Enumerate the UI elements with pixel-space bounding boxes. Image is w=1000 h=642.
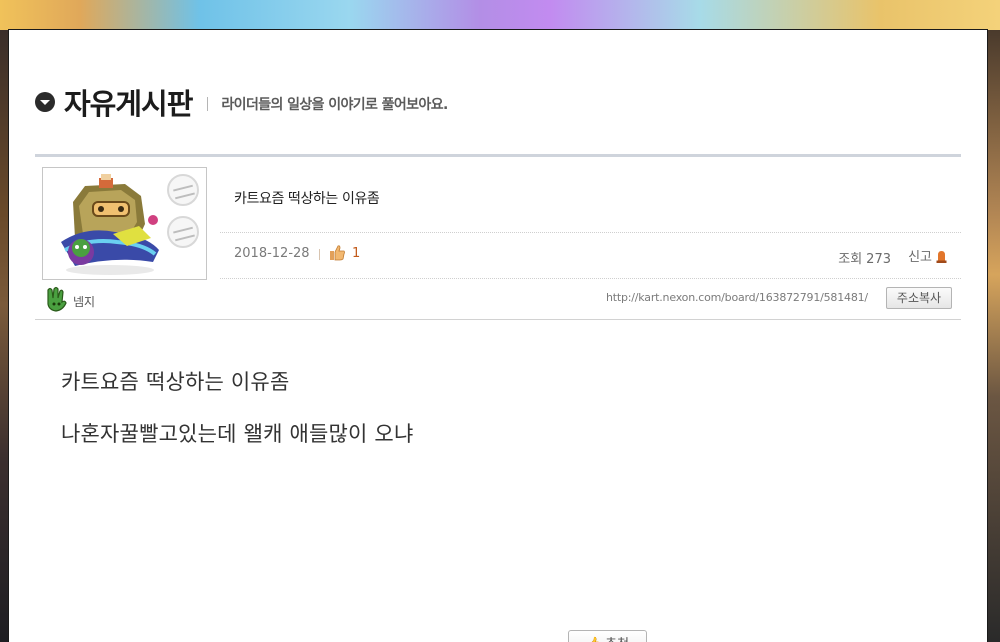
thumbs-up-icon: 👍 <box>586 637 602 642</box>
header-divider <box>35 154 961 157</box>
board-header: 자유게시판 라이더들의 일상을 이야기로 풀어보아요. <box>35 82 448 122</box>
author-name[interactable]: 넴지 <box>73 293 95 310</box>
views-label: 조회 <box>838 252 863 267</box>
post-panel: 자유게시판 라이더들의 일상을 이야기로 풀어보아요. 카트요즘 떡상하는 이유… <box>8 29 988 642</box>
like-count: 1 <box>352 246 361 261</box>
recommend-label: 추천 <box>605 637 629 642</box>
post-body-line: 나혼자꿀빨고있는데 왤캐 애들많이 오냐 <box>61 422 414 446</box>
thumbs-up-icon[interactable] <box>329 244 346 261</box>
content-divider <box>35 319 961 320</box>
post-url[interactable]: http://kart.nexon.com/board/163872791/58… <box>606 291 868 304</box>
kart-character-icon <box>61 174 159 275</box>
report-button[interactable]: 신고 <box>908 246 947 265</box>
board-description: 라이더들의 일상을 이야기로 풀어보아요. <box>221 97 448 113</box>
siren-icon <box>936 250 947 263</box>
emblem-icon <box>167 174 199 206</box>
background-left-edge <box>0 30 8 642</box>
emblem-icon <box>167 216 199 248</box>
view-count: 조회 273 <box>838 248 891 267</box>
recommend-button[interactable]: 👍추천 <box>568 630 647 642</box>
post-title: 카트요즘 떡상하는 이유좀 <box>234 191 380 207</box>
report-label: 신고 <box>908 250 932 265</box>
meta-divider <box>220 232 961 233</box>
title-divider <box>207 97 209 111</box>
meta-separator <box>319 249 320 260</box>
author-level-icon <box>47 286 67 312</box>
post-body-line: 카트요즘 떡상하는 이유좀 <box>61 370 290 394</box>
views-value: 273 <box>866 252 891 267</box>
down-arrow-circle-icon <box>35 92 55 112</box>
background-banner <box>0 0 1000 30</box>
board-title: 자유게시판 <box>64 87 193 121</box>
meta-divider <box>220 278 961 279</box>
author-avatar[interactable] <box>42 167 207 280</box>
post-date: 2018-12-28 <box>234 246 310 261</box>
copy-url-button[interactable]: 주소복사 <box>886 287 952 309</box>
background-right-edge <box>988 30 1000 642</box>
